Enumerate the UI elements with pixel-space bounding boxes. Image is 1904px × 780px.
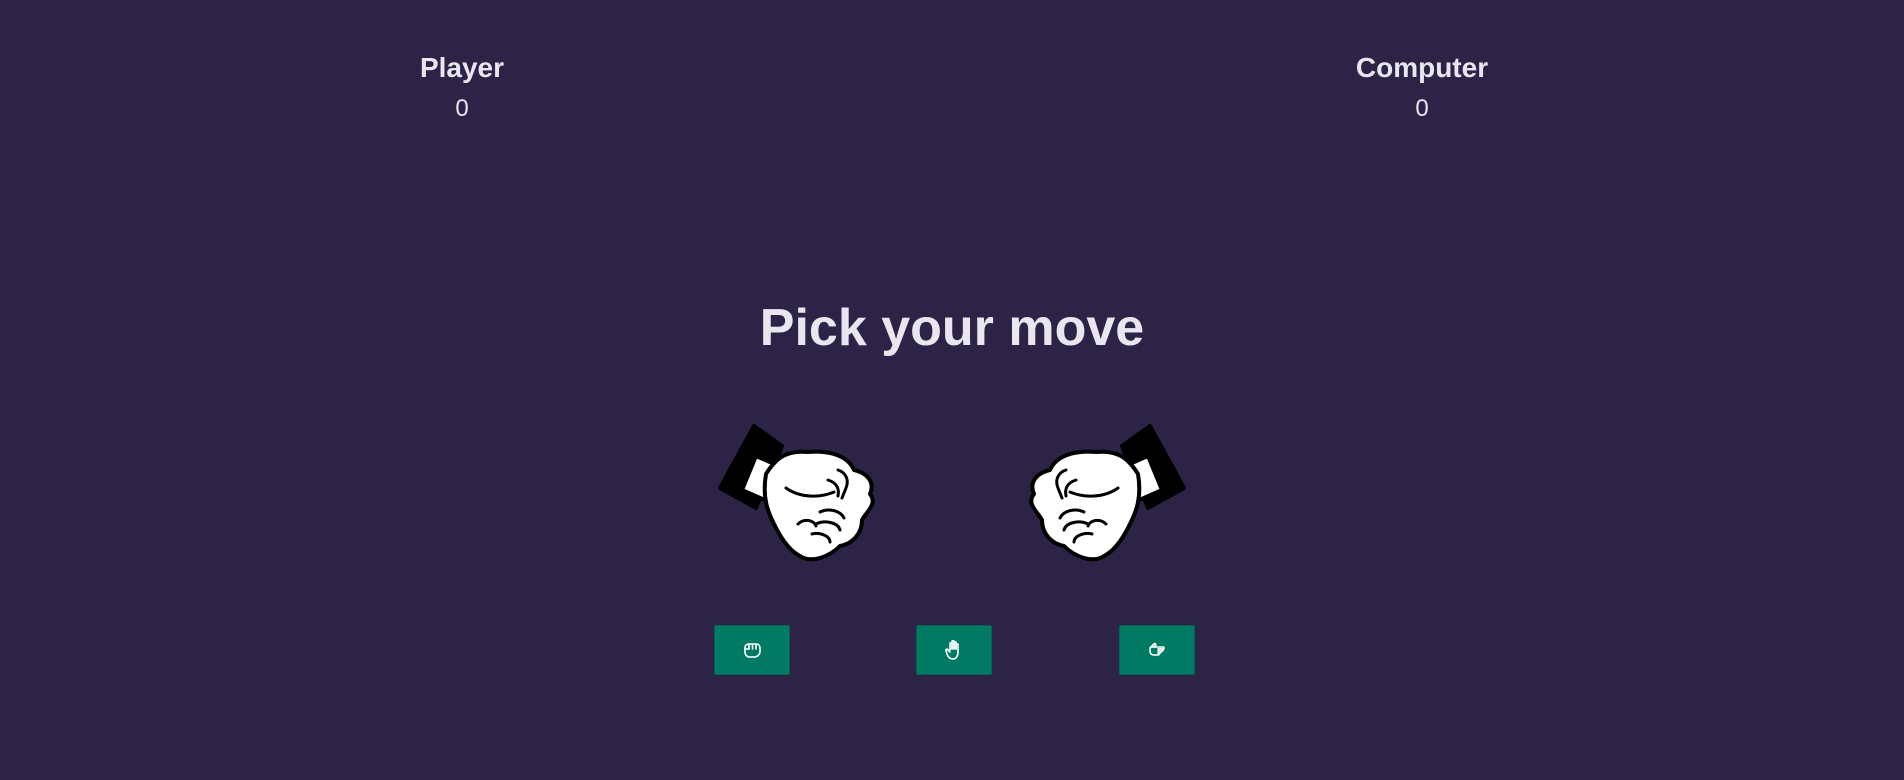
player-fist-icon bbox=[718, 424, 875, 562]
player-score: 0 bbox=[455, 95, 469, 122]
player-score-panel: Player 0 bbox=[342, 50, 582, 124]
computer-fist-icon bbox=[1029, 424, 1186, 562]
computer-score-panel: Computer 0 bbox=[1302, 50, 1542, 124]
rock-button[interactable] bbox=[714, 625, 790, 675]
paper-button[interactable] bbox=[916, 625, 992, 675]
hand-rock-icon bbox=[744, 643, 761, 658]
hand-paper-icon bbox=[945, 639, 959, 660]
player-label: Player bbox=[419, 52, 505, 83]
computer-score: 0 bbox=[1415, 95, 1429, 122]
computer-label: Computer bbox=[1355, 52, 1489, 83]
pick-move-heading: Pick your move bbox=[759, 299, 1145, 357]
move-controls bbox=[0, 625, 1904, 675]
scissors-button[interactable] bbox=[1119, 625, 1195, 675]
hand-scissors-icon bbox=[1149, 642, 1165, 656]
